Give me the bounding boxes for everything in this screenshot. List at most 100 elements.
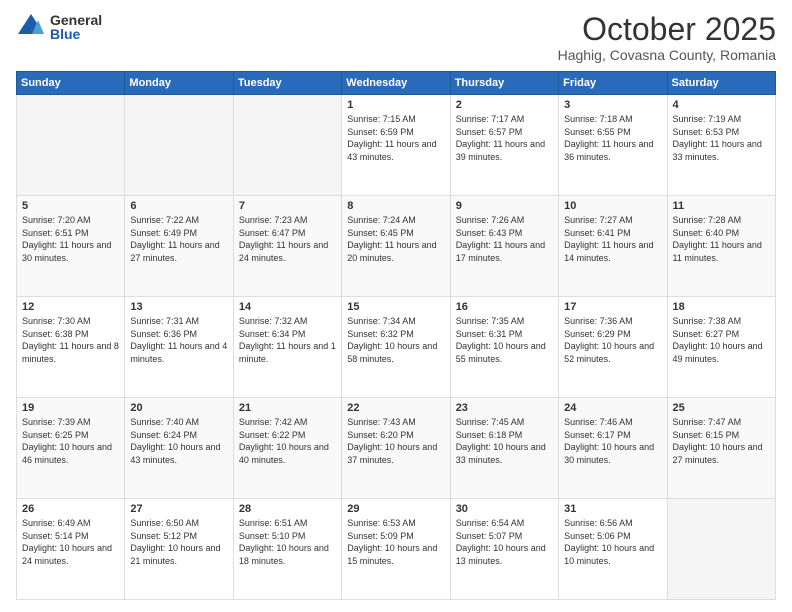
cell-w5-d4: 29Sunrise: 6:53 AMSunset: 5:09 PMDayligh… [342, 499, 450, 600]
week-row-5: 26Sunrise: 6:49 AMSunset: 5:14 PMDayligh… [17, 499, 776, 600]
day-info-20: Sunrise: 7:40 AMSunset: 6:24 PMDaylight:… [130, 416, 227, 466]
day-number-18: 18 [673, 301, 770, 313]
day-number-20: 20 [130, 402, 227, 414]
day-number-7: 7 [239, 200, 336, 212]
cell-w4-d6: 24 Sunrise: 7:46 AMSunset: 6:17 PMDayligh… [559, 398, 667, 499]
cell-w5-d5: 30 Sunrise: 6:54 AMSunset: 5:07 PMDayligh… [450, 499, 558, 600]
day-number-4: 4 [673, 99, 770, 111]
day-number-6: 6 [130, 200, 227, 212]
day-info-1: Sunrise: 7:15 AMSunset: 6:59 PMDaylight:… [347, 113, 444, 163]
day-number-11: 11 [673, 200, 770, 212]
cell-w4-d4: 22 Sunrise: 7:43 AMSunset: 6:20 PMDayligh… [342, 398, 450, 499]
day-number-31: 31 [564, 503, 661, 515]
cell-w1-d3 [233, 95, 341, 196]
day-info-27: Sunrise: 6:50 AMSunset: 5:12 PMDaylight:… [130, 517, 227, 567]
logo: General Blue [16, 12, 102, 42]
cell-w3-d1: 12Sunrise: 7:30 AMSunset: 6:38 PMDayligh… [17, 297, 125, 398]
cell-w5-d3: 28Sunrise: 6:51 AMSunset: 5:10 PMDayligh… [233, 499, 341, 600]
day-number-16: 16 [456, 301, 553, 313]
cell-w4-d3: 21 Sunrise: 7:42 AMSunset: 6:22 PMDayligh… [233, 398, 341, 499]
day-number-24: 24 [564, 402, 661, 414]
col-tuesday: Tuesday [233, 72, 341, 95]
cell-w1-d6: 3Sunrise: 7:18 AMSunset: 6:55 PMDaylight… [559, 95, 667, 196]
logo-blue-text: Blue [50, 27, 102, 41]
week-row-2: 5 Sunrise: 7:20 AMSunset: 6:51 PMDaylight… [17, 196, 776, 297]
logo-icon [16, 12, 46, 42]
day-info-30: Sunrise: 6:54 AMSunset: 5:07 PMDaylight:… [456, 517, 553, 567]
cell-w3-d7: 18 Sunrise: 7:38 AMSunset: 6:27 PMDayligh… [667, 297, 775, 398]
col-sunday: Sunday [17, 72, 125, 95]
day-number-30: 30 [456, 503, 553, 515]
calendar-header-row: Sunday Monday Tuesday Wednesday Thursday… [17, 72, 776, 95]
day-info-13: Sunrise: 7:31 AMSunset: 6:36 PMDaylight:… [130, 315, 227, 365]
day-info-24: Sunrise: 7:46 AMSunset: 6:17 PMDaylight:… [564, 416, 661, 466]
cell-w1-d2 [125, 95, 233, 196]
day-number-3: 3 [564, 99, 661, 111]
month-title: October 2025 [558, 12, 776, 47]
day-number-26: 26 [22, 503, 119, 515]
cell-w5-d2: 27Sunrise: 6:50 AMSunset: 5:12 PMDayligh… [125, 499, 233, 600]
week-row-4: 19 Sunrise: 7:39 AMSunset: 6:25 PMDayligh… [17, 398, 776, 499]
cell-w2-d3: 7 Sunrise: 7:23 AMSunset: 6:47 PMDaylight… [233, 196, 341, 297]
cell-w2-d2: 6 Sunrise: 7:22 AMSunset: 6:49 PMDaylight… [125, 196, 233, 297]
logo-text: General Blue [50, 13, 102, 41]
day-info-25: Sunrise: 7:47 AMSunset: 6:15 PMDaylight:… [673, 416, 770, 466]
cell-w4-d7: 25 Sunrise: 7:47 AMSunset: 6:15 PMDayligh… [667, 398, 775, 499]
location-title: Haghig, Covasna County, Romania [558, 47, 776, 63]
day-number-9: 9 [456, 200, 553, 212]
day-number-2: 2 [456, 99, 553, 111]
day-info-31: Sunrise: 6:56 AMSunset: 5:06 PMDaylight:… [564, 517, 661, 567]
cell-w2-d5: 9 Sunrise: 7:26 AMSunset: 6:43 PMDaylight… [450, 196, 558, 297]
cell-w3-d5: 16 Sunrise: 7:35 AMSunset: 6:31 PMDayligh… [450, 297, 558, 398]
cell-w3-d4: 15Sunrise: 7:34 AMSunset: 6:32 PMDayligh… [342, 297, 450, 398]
col-monday: Monday [125, 72, 233, 95]
day-number-10: 10 [564, 200, 661, 212]
day-info-11: Sunrise: 7:28 AMSunset: 6:40 PMDaylight:… [673, 214, 770, 264]
cell-w1-d5: 2 Sunrise: 7:17 AMSunset: 6:57 PMDaylight… [450, 95, 558, 196]
day-info-22: Sunrise: 7:43 AMSunset: 6:20 PMDaylight:… [347, 416, 444, 466]
day-number-28: 28 [239, 503, 336, 515]
day-info-19: Sunrise: 7:39 AMSunset: 6:25 PMDaylight:… [22, 416, 119, 466]
day-number-22: 22 [347, 402, 444, 414]
cell-w5-d6: 31 Sunrise: 6:56 AMSunset: 5:06 PMDayligh… [559, 499, 667, 600]
day-number-19: 19 [22, 402, 119, 414]
day-info-10: Sunrise: 7:27 AMSunset: 6:41 PMDaylight:… [564, 214, 661, 264]
day-number-1: 1 [347, 99, 444, 111]
day-info-16: Sunrise: 7:35 AMSunset: 6:31 PMDaylight:… [456, 315, 553, 365]
col-friday: Friday [559, 72, 667, 95]
col-wednesday: Wednesday [342, 72, 450, 95]
cell-w2-d4: 8 Sunrise: 7:24 AMSunset: 6:45 PMDaylight… [342, 196, 450, 297]
day-info-18: Sunrise: 7:38 AMSunset: 6:27 PMDaylight:… [673, 315, 770, 365]
day-info-17: Sunrise: 7:36 AMSunset: 6:29 PMDaylight:… [564, 315, 661, 365]
day-info-14: Sunrise: 7:32 AMSunset: 6:34 PMDaylight:… [239, 315, 336, 365]
day-number-21: 21 [239, 402, 336, 414]
cell-w3-d2: 13Sunrise: 7:31 AMSunset: 6:36 PMDayligh… [125, 297, 233, 398]
day-number-25: 25 [673, 402, 770, 414]
cell-w4-d1: 19 Sunrise: 7:39 AMSunset: 6:25 PMDayligh… [17, 398, 125, 499]
day-number-8: 8 [347, 200, 444, 212]
day-info-8: Sunrise: 7:24 AMSunset: 6:45 PMDaylight:… [347, 214, 444, 264]
day-number-12: 12 [22, 301, 119, 313]
cell-w5-d1: 26Sunrise: 6:49 AMSunset: 5:14 PMDayligh… [17, 499, 125, 600]
day-number-29: 29 [347, 503, 444, 515]
logo-general-text: General [50, 13, 102, 27]
cell-w4-d2: 20 Sunrise: 7:40 AMSunset: 6:24 PMDayligh… [125, 398, 233, 499]
day-info-5: Sunrise: 7:20 AMSunset: 6:51 PMDaylight:… [22, 214, 119, 264]
cell-w2-d1: 5 Sunrise: 7:20 AMSunset: 6:51 PMDaylight… [17, 196, 125, 297]
col-saturday: Saturday [667, 72, 775, 95]
week-row-1: 1 Sunrise: 7:15 AMSunset: 6:59 PMDaylight… [17, 95, 776, 196]
day-info-6: Sunrise: 7:22 AMSunset: 6:49 PMDaylight:… [130, 214, 227, 264]
calendar: Sunday Monday Tuesday Wednesday Thursday… [16, 71, 776, 600]
day-number-5: 5 [22, 200, 119, 212]
day-info-4: Sunrise: 7:19 AMSunset: 6:53 PMDaylight:… [673, 113, 770, 163]
cell-w5-d7 [667, 499, 775, 600]
day-info-21: Sunrise: 7:42 AMSunset: 6:22 PMDaylight:… [239, 416, 336, 466]
col-thursday: Thursday [450, 72, 558, 95]
day-info-2: Sunrise: 7:17 AMSunset: 6:57 PMDaylight:… [456, 113, 553, 163]
day-info-9: Sunrise: 7:26 AMSunset: 6:43 PMDaylight:… [456, 214, 553, 264]
cell-w2-d7: 11 Sunrise: 7:28 AMSunset: 6:40 PMDayligh… [667, 196, 775, 297]
day-info-7: Sunrise: 7:23 AMSunset: 6:47 PMDaylight:… [239, 214, 336, 264]
cell-w3-d3: 14Sunrise: 7:32 AMSunset: 6:34 PMDayligh… [233, 297, 341, 398]
day-info-15: Sunrise: 7:34 AMSunset: 6:32 PMDaylight:… [347, 315, 444, 365]
cell-w1-d4: 1 Sunrise: 7:15 AMSunset: 6:59 PMDaylight… [342, 95, 450, 196]
